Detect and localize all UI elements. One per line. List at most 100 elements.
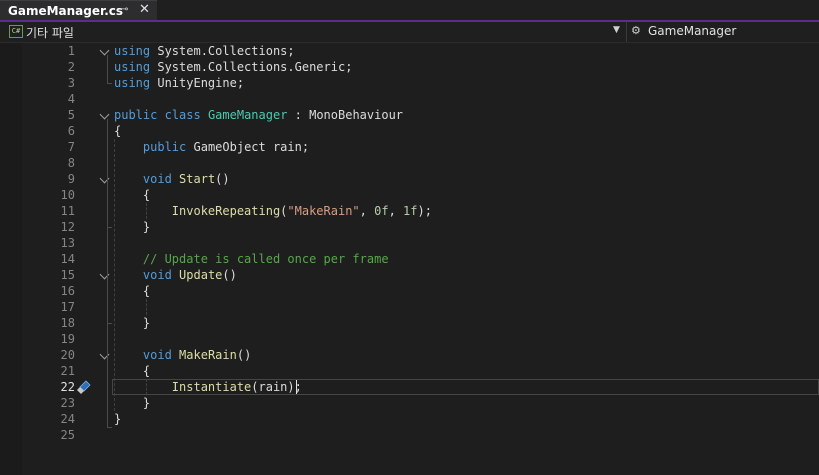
code-token: { <box>114 124 122 138</box>
line-number: 3 <box>67 76 75 90</box>
code-line[interactable]: 16 { <box>0 283 819 299</box>
code-line[interactable]: 25 <box>0 427 819 443</box>
code-text[interactable]: // Update is called once per frame <box>114 251 389 267</box>
code-token: : MonoBehaviour <box>287 108 404 122</box>
line-number: 4 <box>67 92 75 106</box>
code-line[interactable]: 10 { <box>0 187 819 203</box>
code-text[interactable]: using UnityEngine; <box>114 75 244 91</box>
code-text[interactable]: using System.Collections.Generic; <box>114 59 352 75</box>
code-line[interactable]: 19 <box>0 331 819 347</box>
line-number: 17 <box>60 300 75 314</box>
chevron-down-icon[interactable]: ▼ <box>613 25 620 35</box>
line-number: 5 <box>67 108 75 122</box>
line-number: 15 <box>60 268 75 282</box>
code-line[interactable]: 7 public GameObject rain; <box>0 139 819 155</box>
code-token: System.Collections; <box>150 44 295 58</box>
code-token: } <box>114 220 151 234</box>
code-token: using <box>114 60 151 74</box>
code-line[interactable]: 8 <box>0 155 819 171</box>
code-line[interactable]: 5 public class GameManager : MonoBehaviou… <box>0 107 819 123</box>
code-line[interactable]: 21 { <box>0 363 819 379</box>
code-token: GameObject rain; <box>186 140 310 154</box>
code-line[interactable]: 1 using System.Collections; <box>0 43 819 59</box>
navigation-bar: C# 기타 파일 ▼ ⚙ GameManager <box>0 22 819 43</box>
project-dropdown[interactable]: 기타 파일 <box>26 24 74 41</box>
code-token: using <box>114 76 151 90</box>
fold-chevron-icon[interactable] <box>99 109 110 120</box>
code-text[interactable]: { <box>114 283 150 299</box>
line-number: 8 <box>67 156 75 170</box>
line-number: 24 <box>60 412 75 426</box>
code-token: "MakeRain" <box>287 204 360 218</box>
document-tab-bar: GameManager.cs ⊸ ✕ <box>0 0 819 22</box>
code-token: System.Collections.Generic; <box>150 60 353 74</box>
code-line[interactable]: 17 <box>0 299 819 315</box>
pin-icon[interactable]: ⊸ <box>120 4 128 15</box>
code-line[interactable]: 2 using System.Collections.Generic; <box>0 59 819 75</box>
code-text[interactable]: void MakeRain() <box>114 347 251 363</box>
code-editor[interactable]: 25 24} 23 } 22 Instantiate(rain); 21 {20 voi… <box>0 43 819 475</box>
code-line[interactable]: 4 <box>0 91 819 107</box>
code-line[interactable]: 13 <box>0 235 819 251</box>
document-tab[interactable]: GameManager.cs ⊸ ✕ <box>0 0 157 20</box>
code-text[interactable]: } <box>114 219 150 235</box>
quick-actions-brush-icon[interactable] <box>76 379 92 395</box>
code-token: } <box>114 316 151 330</box>
class-block-guide-end <box>107 427 112 428</box>
using-block-guide-end <box>107 83 112 84</box>
code-text[interactable]: using System.Collections; <box>114 43 295 59</box>
class-indent-guide <box>114 139 115 411</box>
code-token: { <box>114 284 151 298</box>
start-method-guide-end <box>107 227 112 228</box>
code-text[interactable]: } <box>114 411 121 427</box>
line-number: 14 <box>60 252 75 266</box>
code-text[interactable]: { <box>114 363 150 379</box>
code-line[interactable]: 24} <box>0 411 819 427</box>
code-text[interactable]: InvokeRepeating("MakeRain", 0f, 1f); <box>114 203 432 219</box>
code-text[interactable]: { <box>114 187 150 203</box>
code-token: GameManager <box>207 108 288 122</box>
line-number: 13 <box>60 236 75 250</box>
code-line[interactable]: 18 } <box>0 315 819 331</box>
code-line[interactable]: 9 void Start() <box>0 171 819 187</box>
makerain-method-guide <box>107 359 108 403</box>
line-number: 25 <box>60 428 75 442</box>
code-text[interactable]: void Start() <box>114 171 230 187</box>
code-token: public <box>142 140 187 154</box>
code-token: } <box>114 396 151 410</box>
fold-chevron-icon[interactable] <box>99 45 110 56</box>
code-text[interactable]: } <box>114 315 150 331</box>
code-line[interactable]: 11 InvokeRepeating("MakeRain", 0f, 1f); <box>0 203 819 219</box>
code-text[interactable]: { <box>114 123 121 139</box>
code-text[interactable]: public class GameManager : MonoBehaviour <box>114 107 403 123</box>
line-number: 22 <box>60 380 75 394</box>
code-token: , <box>388 204 404 218</box>
code-line[interactable]: 23 } <box>0 395 819 411</box>
code-token: void <box>142 268 172 282</box>
line-number: 1 <box>67 44 75 58</box>
code-token: 1f <box>403 204 418 218</box>
code-token: () <box>215 172 230 186</box>
code-line[interactable]: 14 // Update is called once per frame <box>0 251 819 267</box>
code-line[interactable]: 12 } <box>0 219 819 235</box>
code-line[interactable]: 6{ <box>0 123 819 139</box>
close-icon[interactable]: ✕ <box>139 2 150 17</box>
class-dropdown[interactable]: GameManager <box>648 24 736 38</box>
line-number: 7 <box>67 140 75 154</box>
code-token: UnityEngine; <box>150 76 245 90</box>
code-text[interactable]: void Update() <box>114 267 237 283</box>
code-line[interactable]: 3 using UnityEngine; <box>0 75 819 91</box>
code-text[interactable]: } <box>114 395 150 411</box>
code-token: } <box>114 412 122 426</box>
nav-divider <box>626 22 627 42</box>
code-line[interactable]: 15 void Update() <box>0 267 819 283</box>
tab-title: GameManager.cs <box>8 3 124 18</box>
code-line[interactable]: 20 void MakeRain() <box>0 347 819 363</box>
code-text[interactable]: public GameObject rain; <box>114 139 309 155</box>
